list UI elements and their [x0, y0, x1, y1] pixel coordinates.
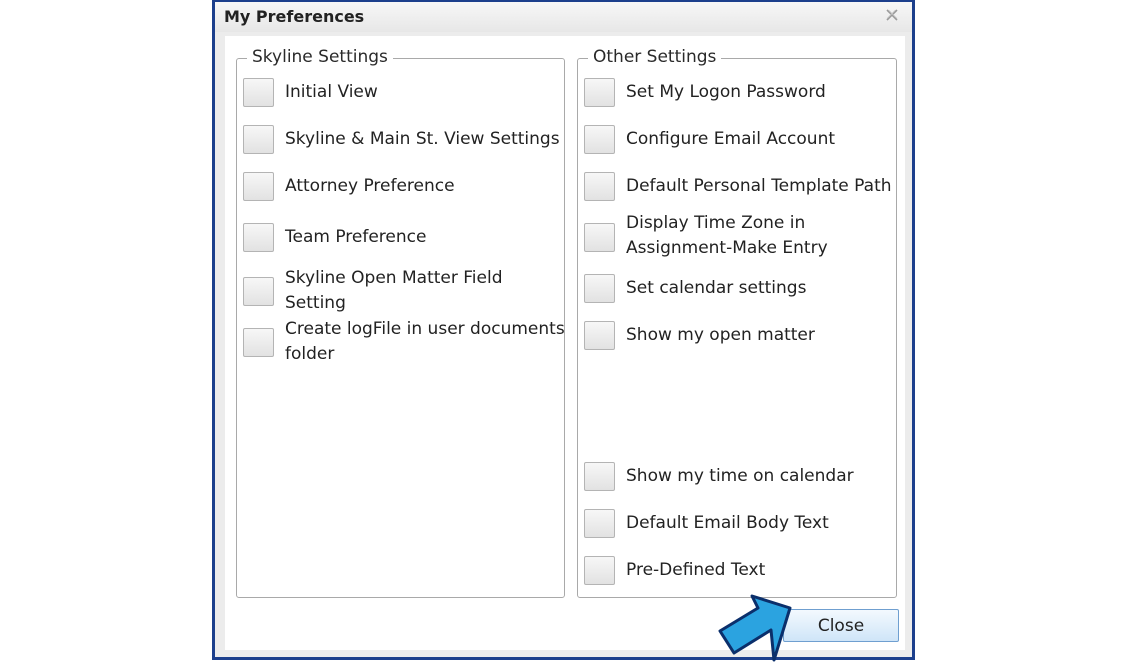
- open-matter-field-setting-checkbox[interactable]: [243, 277, 274, 306]
- open-matter-field-setting-label-line1: Skyline Open Matter Field: [285, 268, 503, 288]
- skyline-settings-group: Skyline Settings Initial View Skyline & …: [236, 47, 565, 598]
- set-logon-password-label: Set My Logon Password: [626, 82, 826, 102]
- set-logon-password-checkbox[interactable]: [584, 78, 615, 107]
- set-calendar-settings-checkbox[interactable]: [584, 274, 615, 303]
- close-x-icon[interactable]: [884, 7, 900, 23]
- skyline-main-st-view-settings-label: Skyline & Main St. View Settings: [285, 129, 560, 149]
- skyline-settings-title: Skyline Settings: [247, 47, 393, 67]
- default-email-body-text-label: Default Email Body Text: [626, 513, 829, 533]
- configure-email-account-label: Configure Email Account: [626, 129, 836, 149]
- create-logfile-label-line1: Create logFile in user documents: [285, 319, 565, 339]
- pre-defined-text-checkbox[interactable]: [584, 556, 615, 585]
- team-preference-checkbox[interactable]: [243, 223, 274, 252]
- team-preference-label: Team Preference: [285, 227, 427, 247]
- title-bar[interactable]: My Preferences: [215, 2, 912, 32]
- show-time-on-calendar-checkbox[interactable]: [584, 462, 615, 491]
- initial-view-label: Initial View: [285, 82, 378, 102]
- close-button[interactable]: Close: [783, 609, 899, 642]
- skyline-main-st-view-settings-checkbox[interactable]: [243, 125, 274, 154]
- default-template-path-label: Default Personal Template Path: [626, 176, 892, 196]
- display-time-zone-checkbox[interactable]: [584, 223, 615, 252]
- show-time-on-calendar-label: Show my time on calendar: [626, 466, 854, 486]
- my-preferences-dialog: My Preferences Skyline Settings Initial …: [212, 0, 915, 660]
- configure-email-account-checkbox[interactable]: [584, 125, 615, 154]
- pointer-arrow-shape: [718, 594, 792, 662]
- display-time-zone-label-line1: Display Time Zone in: [626, 213, 806, 233]
- open-matter-field-setting-label-line2: Setting: [285, 293, 346, 313]
- pointer-arrow-icon: [718, 594, 792, 662]
- attorney-preference-checkbox[interactable]: [243, 172, 274, 201]
- pre-defined-text-label: Pre-Defined Text: [626, 560, 766, 580]
- other-settings-title: Other Settings: [588, 47, 722, 67]
- create-logfile-label-line2: folder: [285, 344, 335, 364]
- default-email-body-text-checkbox[interactable]: [584, 509, 615, 538]
- show-open-matter-checkbox[interactable]: [584, 321, 615, 350]
- show-open-matter-label: Show my open matter: [626, 325, 815, 345]
- dialog-content: Skyline Settings Initial View Skyline & …: [225, 36, 905, 650]
- create-logfile-checkbox[interactable]: [243, 328, 274, 357]
- display-time-zone-label-line2: Assignment-Make Entry: [626, 238, 828, 258]
- dialog-title: My Preferences: [224, 7, 365, 26]
- default-template-path-checkbox[interactable]: [584, 172, 615, 201]
- attorney-preference-label: Attorney Preference: [285, 176, 455, 196]
- set-calendar-settings-label: Set calendar settings: [626, 278, 807, 298]
- initial-view-checkbox[interactable]: [243, 78, 274, 107]
- other-settings-group: Other Settings Set My Logon Password Con…: [577, 47, 897, 598]
